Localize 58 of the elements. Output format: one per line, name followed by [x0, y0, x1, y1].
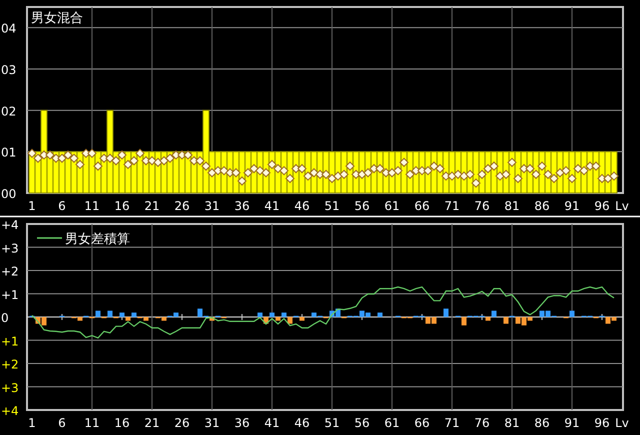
axis-label: 61 — [384, 199, 400, 213]
axis-label: 0 — [1, 311, 9, 325]
axis-label: 16 — [114, 416, 130, 430]
axis-label: +2 — [1, 358, 19, 372]
chart-title: 男女混合 — [31, 11, 83, 26]
axis-label: 02 — [1, 104, 16, 118]
axis-label: 61 — [384, 416, 400, 430]
axis-label: 81 — [504, 199, 520, 213]
axis-label: 1 — [28, 416, 36, 430]
axis-label: 86 — [534, 416, 550, 430]
axis-label: 41 — [264, 416, 280, 430]
axis-label: 46 — [294, 416, 310, 430]
axis-title: Lv — [615, 199, 629, 213]
axis-label: 04 — [1, 22, 16, 36]
axis-label: 1 — [28, 199, 36, 213]
axis-label: 36 — [234, 199, 250, 213]
axis-label: 56 — [354, 416, 370, 430]
axis-label: 51 — [324, 416, 340, 430]
axis-label: 46 — [294, 199, 310, 213]
axis-label: 21 — [144, 416, 160, 430]
axis-label: 71 — [444, 416, 460, 430]
axis-label: 91 — [564, 416, 580, 430]
axis-label: 03 — [1, 63, 16, 77]
axis-label: 11 — [84, 416, 100, 430]
axis-label: +4 — [1, 404, 19, 418]
axis-label: 76 — [474, 416, 490, 430]
axis-label: 96 — [594, 416, 610, 430]
axis-label: 86 — [534, 199, 550, 213]
axis-label: +3 — [1, 241, 19, 256]
axis-label: +4 — [1, 218, 19, 232]
axis-label: +1 — [1, 334, 19, 348]
axis-label: 00 — [1, 187, 16, 201]
axis-label: 16 — [114, 199, 130, 213]
axis-label: 71 — [444, 199, 460, 213]
axis-label: 96 — [594, 199, 610, 213]
axis-label: 11 — [84, 199, 100, 213]
axis-label: +1 — [1, 288, 19, 302]
axis-label: 66 — [414, 416, 430, 430]
axis-label: 91 — [564, 199, 580, 213]
axis-label: 56 — [354, 199, 370, 213]
axis-label: 31 — [204, 199, 220, 213]
axis-label: 51 — [324, 199, 340, 213]
axis-label: +3 — [1, 380, 19, 395]
axis-label: 21 — [144, 199, 160, 213]
axis-label: 76 — [474, 199, 490, 213]
axis-label: 41 — [264, 199, 280, 213]
axis-label: 81 — [504, 416, 520, 430]
axis-label: 31 — [204, 416, 220, 430]
axis-label: 26 — [174, 416, 190, 430]
legend-label: 男女差積算 — [65, 232, 130, 247]
axis-title: Lv — [615, 416, 629, 430]
axis-label: 6 — [58, 416, 66, 430]
axis-label: 66 — [414, 199, 430, 213]
axis-label: 26 — [174, 199, 190, 213]
axis-label: 01 — [1, 146, 16, 160]
axis-label: 36 — [234, 416, 250, 430]
axis-label: 6 — [58, 199, 66, 213]
axis-label: +2 — [1, 264, 19, 278]
